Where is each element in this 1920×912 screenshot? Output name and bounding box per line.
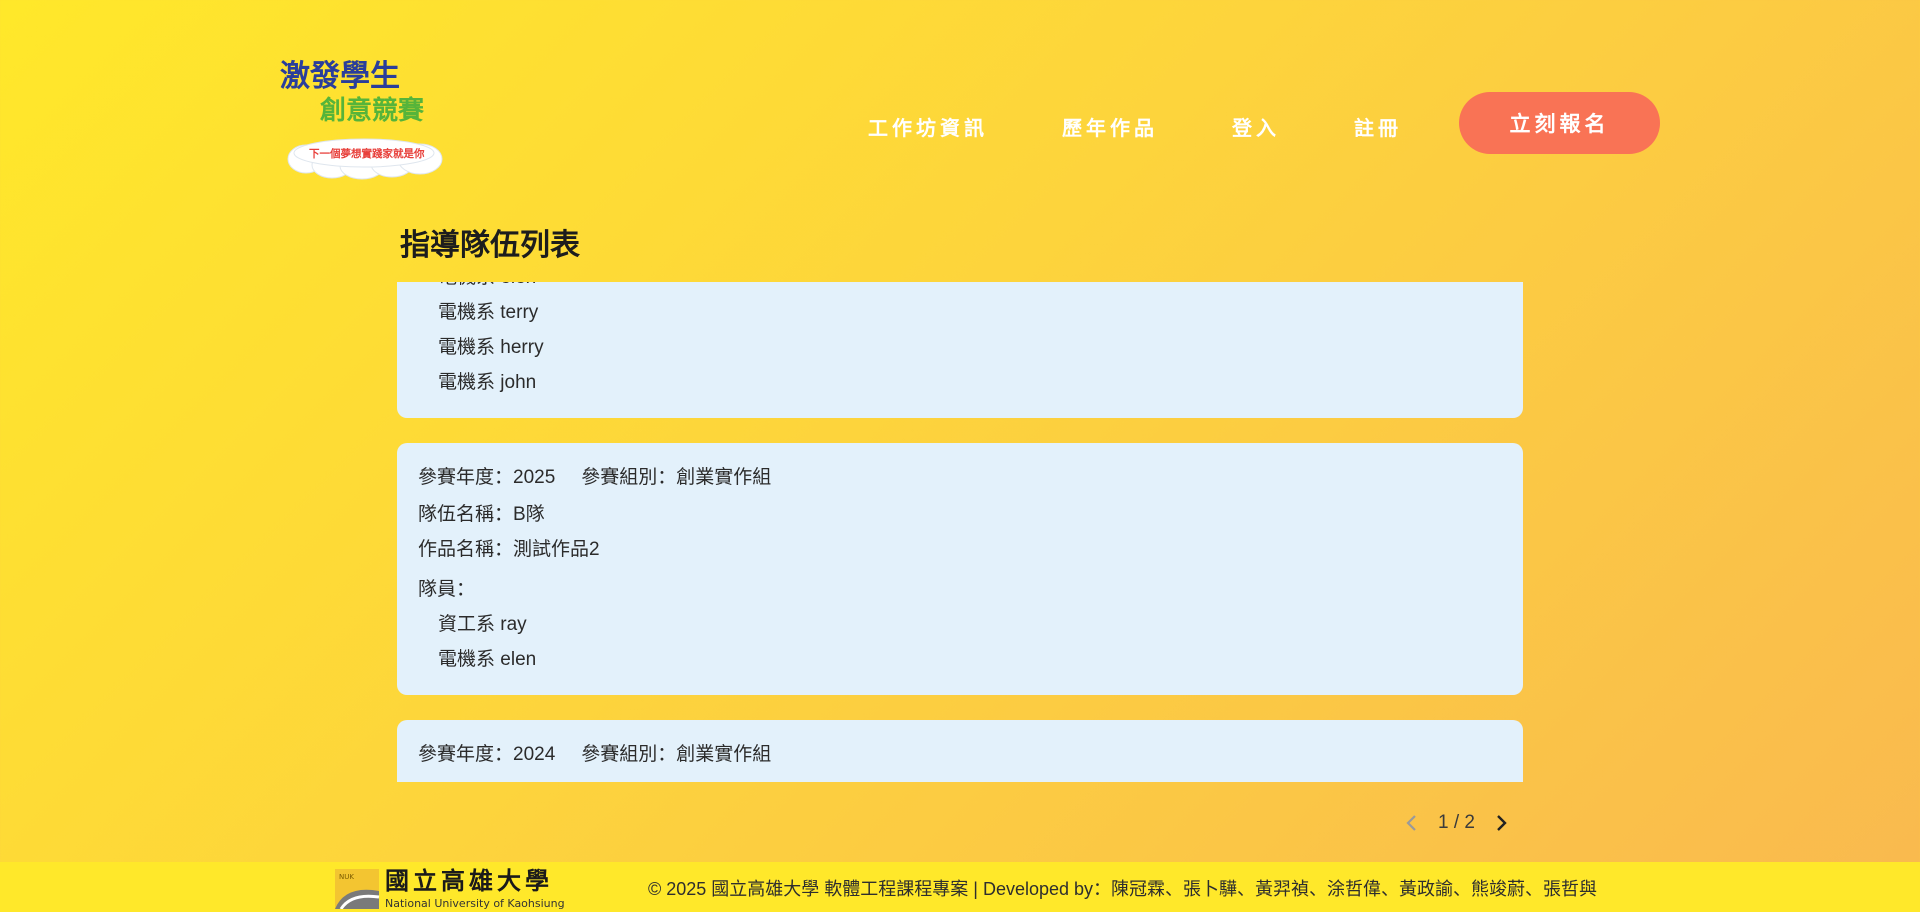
university-name-en: National University of Kaohsiung — [385, 897, 565, 909]
work-name: 作品名稱：測試作品2 — [418, 539, 600, 560]
team-card: 參賽年度：2025 參賽組別：創業實作組 隊伍名稱：B隊 作品名稱：測試作品2 隊… — [397, 443, 1523, 695]
university-emblem-icon: NUK — [335, 869, 380, 910]
competition-group: 參賽組別：創業實作組 — [581, 744, 772, 765]
svg-text:NUK: NUK — [339, 873, 354, 881]
competition-year: 參賽年度：2024 — [418, 744, 556, 765]
team-card: 參賽年度：2024 參賽組別：創業實作組 — [397, 720, 1523, 782]
competition-group: 參賽組別：創業實作組 — [581, 467, 772, 488]
pagination: 1 / 2 — [1400, 808, 1520, 838]
main-nav: 工作坊資訊 歷年作品 登入 註冊 立刻報名 — [0, 92, 1920, 154]
nav-login[interactable]: 登入 — [1232, 112, 1280, 141]
chevron-right-icon — [1497, 815, 1507, 831]
next-page-button[interactable] — [1489, 811, 1513, 835]
chevron-left-icon — [1406, 815, 1416, 831]
footer: NUK 國立高雄大學 National University of Kaohsi… — [0, 862, 1920, 912]
nav-past-works[interactable]: 歷年作品 — [1062, 112, 1158, 141]
competition-year: 參賽年度：2025 — [418, 467, 556, 488]
nav-register[interactable]: 註冊 — [1354, 112, 1402, 141]
team-member: 電機系 elen — [438, 649, 537, 670]
prev-page-button[interactable] — [1400, 811, 1424, 835]
team-list: 電機系 elen 電機系 terry 電機系 herry 電機系 john 參賽… — [397, 282, 1523, 782]
team-card-header: 參賽年度：2024 參賽組別：創業實作組 — [418, 736, 1502, 774]
team-card: 電機系 elen 電機系 terry 電機系 herry 電機系 john — [397, 282, 1523, 418]
team-list-scroll-area[interactable]: 電機系 elen 電機系 terry 電機系 herry 電機系 john 參賽… — [397, 282, 1523, 782]
team-card-header: 參賽年度：2025 參賽組別：創業實作組 — [418, 459, 1502, 497]
logo-line1: 激發學生 — [280, 59, 400, 94]
members-label: 隊員： — [418, 579, 476, 600]
signup-now-button[interactable]: 立刻報名 — [1459, 92, 1660, 154]
page-title: 指導隊伍列表 — [400, 229, 580, 262]
team-name: 隊伍名稱：B隊 — [418, 504, 545, 525]
team-member: 電機系 terry — [438, 302, 539, 323]
footer-copyright: © 2025 國立高雄大學 軟體工程課程專案 | Developed by：陳冠… — [648, 879, 1598, 899]
team-member: 電機系 herry — [438, 337, 544, 358]
page-indicator: 1 / 2 — [1438, 812, 1475, 833]
team-member: 電機系 elen — [418, 282, 1502, 295]
team-member: 資工系 ray — [438, 614, 527, 635]
university-logo: NUK 國立高雄大學 National University of Kaohsi… — [335, 866, 595, 910]
team-member: 電機系 john — [438, 372, 537, 393]
university-name-cn: 國立高雄大學 — [385, 867, 553, 895]
nav-workshop-info[interactable]: 工作坊資訊 — [868, 112, 988, 141]
